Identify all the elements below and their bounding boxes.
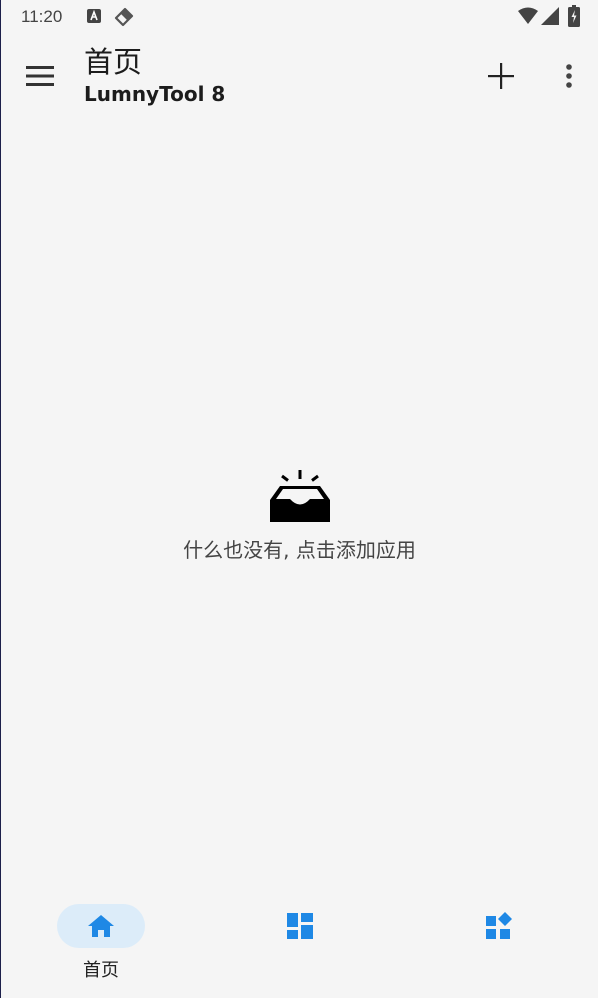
nav-item-dashboard[interactable] bbox=[230, 904, 370, 988]
nav-label-home: 首页 bbox=[83, 960, 119, 981]
wifi-icon bbox=[518, 7, 538, 24]
title-block: 首页 LumnyTool 8 bbox=[84, 42, 225, 107]
app-bar: 首页 LumnyTool 8 bbox=[1, 34, 598, 120]
more-options-button[interactable] bbox=[549, 54, 589, 98]
more-vert-icon bbox=[566, 64, 572, 88]
a-notification-icon bbox=[87, 9, 101, 23]
home-icon bbox=[88, 915, 114, 937]
nav-active-indicator bbox=[57, 904, 145, 948]
menu-icon bbox=[26, 66, 54, 86]
page-subtitle: LumnyTool 8 bbox=[84, 82, 226, 106]
empty-state: 什么也没有, 点击添加应用 bbox=[1, 468, 598, 563]
nav-pill-dashboard bbox=[256, 904, 344, 948]
status-time: 11:20 bbox=[21, 7, 63, 26]
empty-message: 什么也没有, 点击添加应用 bbox=[183, 538, 416, 562]
add-app-button[interactable] bbox=[479, 54, 523, 98]
widgets-icon bbox=[486, 912, 512, 939]
nav-item-widgets[interactable] bbox=[429, 904, 569, 988]
page-title: 首页 bbox=[84, 45, 143, 79]
nav-pill-widgets bbox=[455, 904, 543, 948]
signal-icon bbox=[541, 7, 559, 25]
empty-inbox-icon bbox=[269, 470, 330, 522]
status-bar: 11:20 bbox=[1, 0, 598, 34]
nav-item-home[interactable]: 首页 bbox=[31, 904, 171, 988]
plus-icon bbox=[488, 63, 514, 89]
bottom-navigation: 首页 bbox=[1, 892, 598, 998]
dashboard-icon bbox=[287, 913, 313, 939]
battery-icon bbox=[568, 5, 580, 27]
menu-button[interactable] bbox=[17, 56, 63, 96]
tag-icon bbox=[114, 7, 134, 27]
